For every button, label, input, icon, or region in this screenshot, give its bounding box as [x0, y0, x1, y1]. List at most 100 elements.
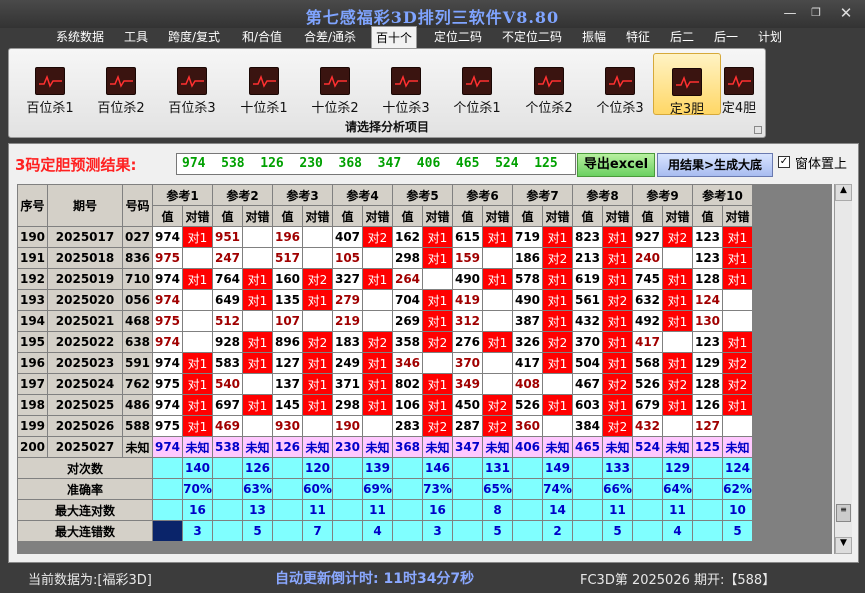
code-cell: 591 — [122, 352, 153, 374]
header-cell[interactable]: 号码 — [122, 184, 153, 227]
hit-cell: 对1 — [182, 373, 213, 395]
ref-header[interactable]: 参考7 — [512, 184, 573, 206]
ribbon-button-8[interactable]: 个位杀3 — [586, 53, 654, 116]
minimize-icon[interactable]: — — [780, 6, 800, 21]
value-cell: 370 — [452, 352, 483, 374]
menu-item-2[interactable]: 跨度/复式 — [164, 28, 224, 48]
header-cell[interactable]: 期号 — [47, 184, 123, 227]
hit-header: 对错 — [302, 205, 333, 227]
value-cell: 326 — [512, 331, 543, 353]
topmost-checkbox[interactable]: ✓ — [778, 156, 790, 168]
value-cell: 249 — [332, 352, 363, 374]
ribbon-button-0[interactable]: 百位杀1 — [16, 53, 84, 116]
hit-cell — [482, 310, 513, 332]
hit-cell: 对2 — [362, 226, 393, 248]
hit-cell: 未知 — [302, 436, 333, 458]
hit-cell: 对1 — [602, 247, 633, 269]
ribbon-button-6[interactable]: 个位杀1 — [443, 53, 511, 116]
ribbon-button-2[interactable]: 百位杀3 — [158, 53, 226, 116]
header-cell[interactable]: 序号 — [17, 184, 48, 227]
menu-item-11[interactable]: 后一 — [710, 28, 742, 48]
table-row[interactable]: 196 2025023 591 974 对1 583 对1 127 对1 249 对1 346 370 4… — [17, 352, 753, 374]
menu-item-7[interactable]: 不定位二码 — [498, 28, 566, 48]
hit-cell: 对1 — [602, 352, 633, 374]
ref-header[interactable]: 参考6 — [452, 184, 513, 206]
restore-icon[interactable]: ❐ — [806, 6, 826, 19]
ribbon-button-9[interactable]: 定3胆 — [653, 53, 721, 117]
table-row[interactable]: 194 2025021 468 975 512 107 219 269 对1 312 387 对1 43… — [17, 310, 753, 332]
table-row[interactable]: 192 2025019 710 974 对1 764 对1 160 对2 327 对1 264 490 对… — [17, 268, 753, 290]
ribbon-button-1[interactable]: 百位杀2 — [87, 53, 155, 116]
table-row[interactable]: 198 2025025 486 974 对1 697 对1 145 对1 298 对1 106 对1 45… — [17, 394, 753, 416]
ribbon-button-10[interactable]: 定4胆 — [713, 53, 765, 116]
menu-item-12[interactable]: 计划 — [754, 28, 786, 48]
scroll-up-icon[interactable]: ▲ — [835, 184, 852, 201]
menu-item-1[interactable]: 工具 — [120, 28, 152, 48]
hit-cell: 对2 — [542, 247, 573, 269]
hit-cell: 对1 — [542, 268, 573, 290]
table-row[interactable]: 190 2025017 027 974 对1 951 196 407 对2 162 对1 615 对1 7… — [17, 226, 753, 248]
stat-row: 最大连错数 3 5 7 4 3 5 2 5 4 5 — [17, 520, 753, 542]
table-row[interactable]: 195 2025022 638 974 928 对1 896 对2 183 对2 358 对2 276 对… — [17, 331, 753, 353]
chart-icon — [724, 67, 754, 95]
hit-cell: 对1 — [542, 289, 573, 311]
ref-header[interactable]: 参考10 — [692, 184, 753, 206]
close-icon[interactable]: ✕ — [836, 4, 856, 22]
value-cell: 975 — [152, 247, 183, 269]
ribbon-button-4[interactable]: 十位杀2 — [301, 53, 369, 116]
export-excel-button[interactable]: 导出excel — [577, 153, 655, 177]
seq-cell: 195 — [17, 331, 48, 353]
hit-cell — [302, 247, 333, 269]
stat-spacer — [452, 457, 483, 479]
ref-header[interactable]: 参考3 — [272, 184, 333, 206]
hit-cell: 对2 — [482, 394, 513, 416]
scroll-thumb[interactable]: ≡ — [836, 504, 851, 522]
stat-spacer — [332, 499, 363, 521]
menu-item-10[interactable]: 后二 — [666, 28, 698, 48]
hit-cell: 对1 — [482, 226, 513, 248]
hit-cell: 对2 — [482, 415, 513, 437]
ref-header[interactable]: 参考5 — [392, 184, 453, 206]
menu-item-3[interactable]: 和/合值 — [238, 28, 286, 48]
table-row[interactable]: 193 2025020 056 974 649 对1 135 对1 279 704 对1 419 490… — [17, 289, 753, 311]
menu-item-4[interactable]: 合差/通杀 — [300, 28, 360, 48]
stat-value: 70% — [182, 478, 213, 500]
value-cell: 540 — [212, 373, 243, 395]
ribbon-button-7[interactable]: 个位杀2 — [515, 53, 583, 116]
stat-value: 73% — [422, 478, 453, 500]
expand-corner-icon[interactable] — [754, 126, 762, 134]
table-row[interactable]: 191 2025018 836 975 247 517 105 298 对1 159 186 对2 21… — [17, 247, 753, 269]
ref-header[interactable]: 参考4 — [332, 184, 393, 206]
seq-cell: 191 — [17, 247, 48, 269]
table-row[interactable]: 199 2025026 588 975 对1 469 930 190 283 对2 287 对2 360… — [17, 415, 753, 437]
hit-cell — [242, 373, 273, 395]
stat-value: 139 — [362, 457, 393, 479]
header-row: 序号 期号 号码 参考1 参考2 参考3 参考4 参考5 参考6 参考7 参考8 参考9 参考10 — [17, 184, 753, 227]
menu-item-6[interactable]: 定位二码 — [430, 28, 486, 48]
menu-item-5[interactable]: 百十个 — [371, 26, 418, 50]
hit-cell: 对2 — [362, 331, 393, 353]
ref-header[interactable]: 参考1 — [152, 184, 213, 206]
vertical-scrollbar[interactable]: ▲ ≡ ▼ — [834, 184, 852, 554]
menu-item-0[interactable]: 系统数据 — [52, 28, 108, 48]
forecast-row[interactable]: 200 2025027 未知 974 未知 538 未知 126 未知 230 未知 368 未知 347… — [17, 436, 753, 458]
stat-value: 3 — [422, 520, 453, 542]
generate-base-button[interactable]: 用结果>生成大底 — [657, 153, 773, 177]
hit-cell: 对1 — [422, 310, 453, 332]
hit-cell: 未知 — [662, 436, 693, 458]
ribbon-button-5[interactable]: 十位杀3 — [372, 53, 440, 116]
scroll-down-icon[interactable]: ▼ — [835, 537, 852, 554]
seq-cell: 192 — [17, 268, 48, 290]
result-field[interactable]: 974 538 126 230 368 347 406 465 524 125 — [176, 153, 576, 175]
ribbon-button-3[interactable]: 十位杀1 — [230, 53, 298, 116]
table-row[interactable]: 197 2025024 762 975 对1 540 137 对1 371 对1 802 对1 349 4… — [17, 373, 753, 395]
ref-header[interactable]: 参考2 — [212, 184, 273, 206]
hit-header: 对错 — [662, 205, 693, 227]
menu-item-8[interactable]: 振幅 — [578, 28, 610, 48]
value-header: 值 — [572, 205, 603, 227]
menu-item-9[interactable]: 特征 — [622, 28, 654, 48]
value-cell: 230 — [332, 436, 363, 458]
ref-header[interactable]: 参考8 — [572, 184, 633, 206]
hit-cell: 未知 — [362, 436, 393, 458]
ref-header[interactable]: 参考9 — [632, 184, 693, 206]
